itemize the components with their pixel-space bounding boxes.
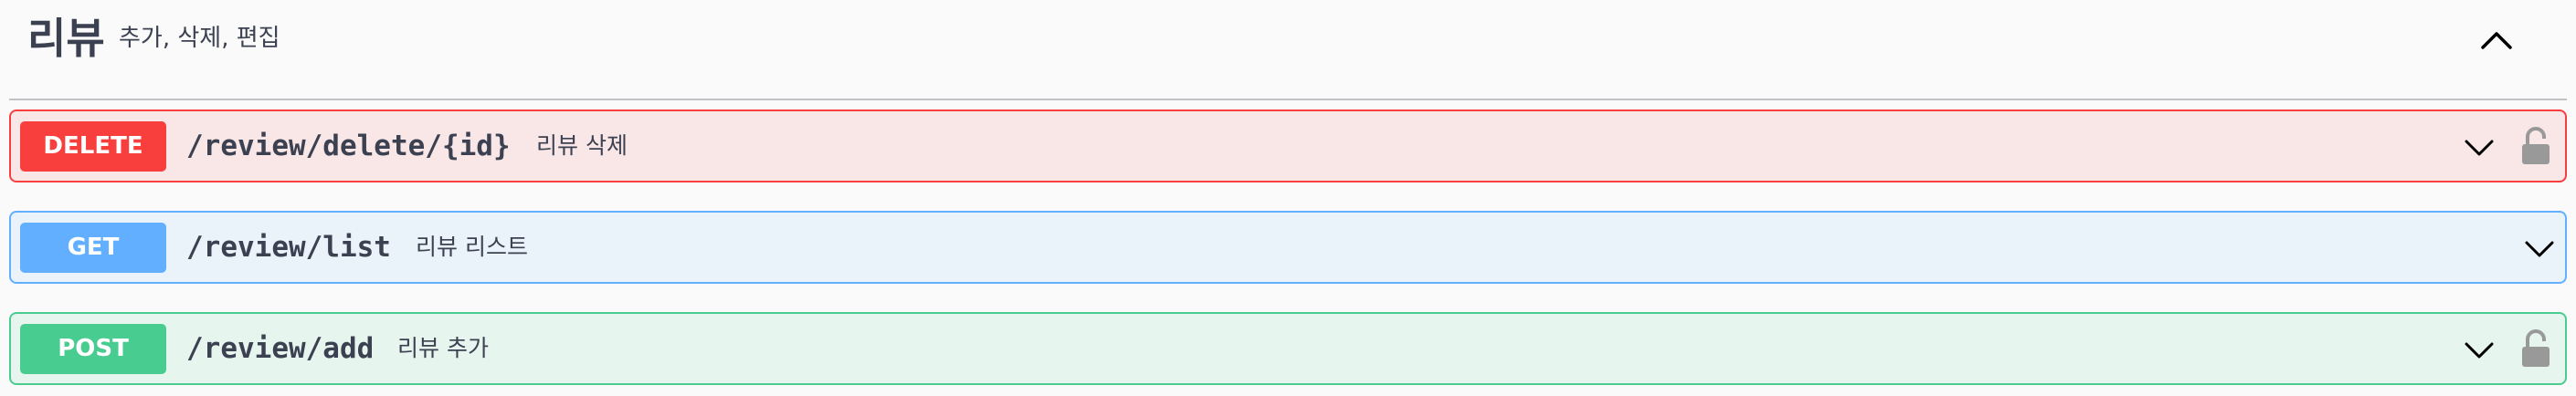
method-badge-delete: DELETE: [20, 121, 166, 172]
method-badge-post: POST: [20, 324, 166, 374]
endpoint-summary: 리뷰 삭제: [536, 132, 628, 159]
chevron-down-icon: [2465, 140, 2494, 156]
endpoint-path: /review/list: [186, 231, 391, 264]
lock-icon: [2522, 329, 2550, 367]
opblock-post-review-add[interactable]: POST /review/add 리뷰 추가: [9, 312, 2567, 385]
endpoint-path: /review/add: [186, 332, 375, 365]
expand-button[interactable]: [2461, 332, 2497, 369]
tag-description: 추가, 삭제, 편집: [119, 25, 280, 52]
endpoint-summary: 리뷰 리스트: [416, 234, 528, 260]
tag-title: 리뷰: [27, 14, 105, 63]
chevron-down-icon: [2525, 241, 2554, 257]
chevron-down-icon: [2465, 342, 2494, 359]
review-tag-section: 리뷰 추가, 삭제, 편집 DELETE /review/delete/{id}…: [0, 0, 2576, 396]
opblock-delete-review[interactable]: DELETE /review/delete/{id} 리뷰 삭제: [9, 109, 2567, 182]
collapse-button[interactable]: [2474, 18, 2519, 64]
method-badge-get: GET: [20, 223, 166, 273]
lock-icon: [2522, 127, 2550, 164]
expand-button[interactable]: [2521, 231, 2558, 267]
expand-button[interactable]: [2461, 130, 2497, 166]
opblock-get-review-list[interactable]: GET /review/list 리뷰 리스트: [9, 211, 2567, 284]
authorize-button[interactable]: [2519, 126, 2552, 166]
chevron-up-icon: [2481, 32, 2512, 49]
endpoint-path: /review/delete/{id}: [186, 130, 511, 162]
endpoint-summary: 리뷰 추가: [397, 335, 489, 361]
tag-header[interactable]: 리뷰 추가, 삭제, 편집: [9, 0, 2567, 100]
authorize-button[interactable]: [2519, 328, 2552, 369]
